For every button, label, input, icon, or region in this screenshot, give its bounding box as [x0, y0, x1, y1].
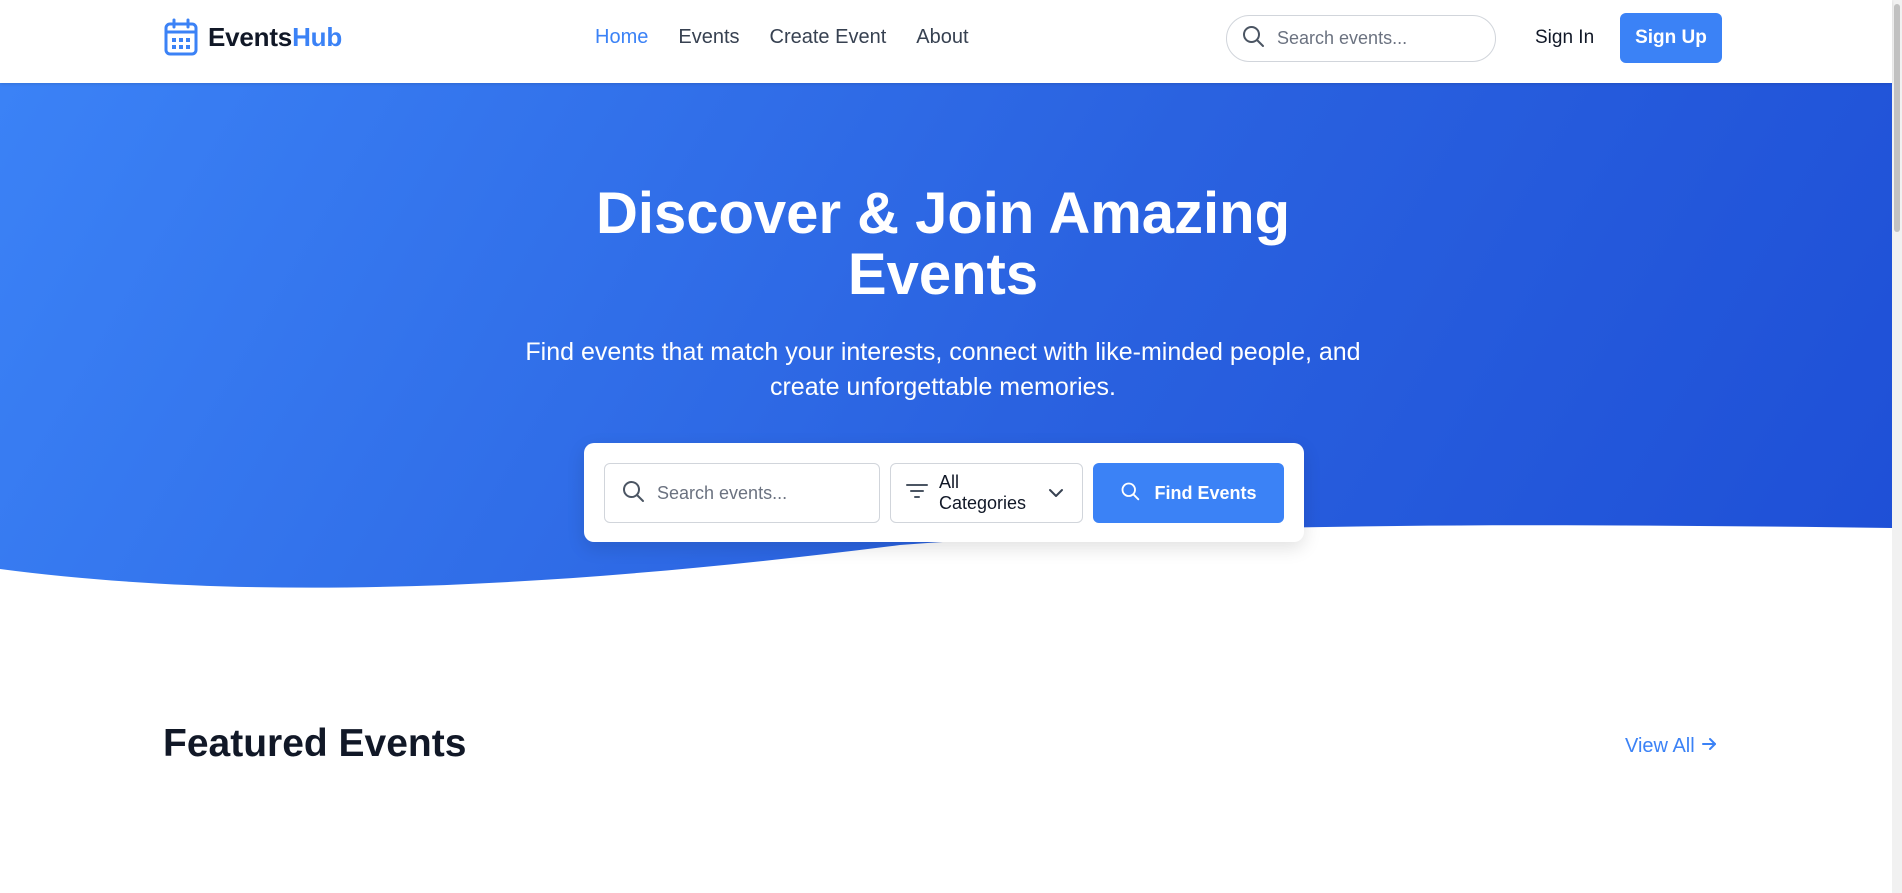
brand-logo[interactable]: EventsHub	[164, 18, 342, 56]
search-icon	[1120, 481, 1140, 506]
view-all-link[interactable]: View All	[1625, 735, 1717, 758]
category-select[interactable]: All Categories	[890, 463, 1083, 523]
search-icon	[621, 479, 645, 508]
hero-title: Discover & Join Amazing Events	[0, 183, 1886, 305]
sign-up-button[interactable]: Sign Up	[1620, 13, 1722, 63]
site-header: EventsHub Home Events Create Event About…	[0, 0, 1892, 83]
brand-name: EventsHub	[208, 22, 342, 53]
featured-events-title: Featured Events	[163, 722, 467, 765]
scrollbar-thumb[interactable]	[1894, 4, 1900, 232]
nav-item-events[interactable]: Events	[678, 26, 739, 49]
hero-subtitle-line1: Find events that match your interests, c…	[525, 338, 1361, 366]
hero-title-line1: Discover & Join Amazing	[595, 181, 1291, 246]
nav-item-create-event[interactable]: Create Event	[770, 26, 887, 49]
nav-item-home[interactable]: Home	[595, 26, 648, 49]
header-search-input[interactable]	[1277, 28, 1477, 49]
search-icon	[1241, 24, 1265, 53]
arrow-right-icon	[1701, 735, 1717, 758]
header-search	[1226, 15, 1496, 62]
nav-item-about[interactable]: About	[916, 26, 968, 49]
view-all-label: View All	[1625, 735, 1695, 757]
brand-name-part2: Hub	[292, 21, 343, 52]
hero-subtitle: Find events that match your interests, c…	[0, 335, 1886, 405]
hero-search-input[interactable]	[657, 482, 867, 504]
find-events-label: Find Events	[1154, 482, 1257, 503]
find-events-button[interactable]: Find Events	[1093, 463, 1284, 523]
category-select-value: All Categories	[939, 472, 1027, 513]
hero-subtitle-line2: create unforgettable memories.	[769, 373, 1116, 401]
filter-icon	[905, 481, 929, 506]
sign-in-button[interactable]: Sign In	[1535, 27, 1594, 49]
hero-title-line2: Events	[847, 242, 1039, 307]
calendar-icon	[164, 18, 198, 56]
main-nav: Home Events Create Event About	[595, 26, 969, 49]
hero-search-panel: All Categories Find Events	[584, 443, 1304, 542]
hero-search-field	[604, 463, 880, 523]
brand-name-part1: Events	[208, 21, 293, 52]
chevron-down-icon	[1048, 483, 1064, 504]
